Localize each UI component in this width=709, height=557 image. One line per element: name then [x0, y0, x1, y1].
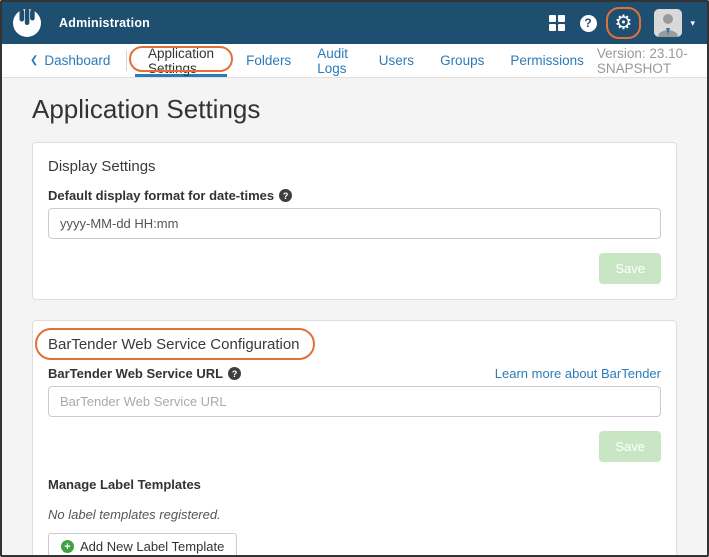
date-format-label: Default display format for date-times ? [48, 188, 661, 203]
bartender-heading: BarTender Web Service Configuration [48, 336, 661, 353]
nav-bar: ❮ Dashboard Application Settings Folders… [2, 44, 707, 78]
settings-gear-button[interactable]: ⚙ [612, 13, 636, 33]
date-format-input[interactable] [48, 208, 661, 239]
bartender-url-input[interactable] [48, 386, 661, 417]
bartender-url-label-text: BarTender Web Service URL [48, 366, 223, 381]
add-new-label-template-button[interactable]: + Add New Label Template [48, 533, 237, 555]
add-button-label: Add New Label Template [80, 539, 224, 554]
main-content: Application Settings Display Settings De… [2, 78, 707, 555]
tab-permissions[interactable]: Permissions [497, 44, 597, 77]
help-icon[interactable]: ? [228, 367, 241, 380]
app-header: Administration ? ⚙ ▾ [2, 2, 707, 44]
plus-icon: + [61, 540, 74, 553]
tab-users[interactable]: Users [366, 44, 427, 77]
display-settings-heading: Display Settings [48, 158, 661, 175]
nav-divider [126, 50, 127, 71]
save-button[interactable]: Save [599, 253, 661, 284]
tab-audit-logs[interactable]: Audit Logs [304, 44, 366, 77]
nav-dashboard-label: Dashboard [44, 53, 110, 68]
header-actions: ? ⚙ ▾ [549, 9, 695, 37]
manage-label-templates-heading: Manage Label Templates [48, 477, 661, 492]
save-button[interactable]: Save [599, 431, 661, 462]
app-window: Administration ? ⚙ ▾ ❮ Dashboard [0, 0, 709, 557]
app-logo-icon[interactable] [12, 8, 42, 38]
page-title: Application Settings [32, 94, 677, 125]
save-row: Save [48, 253, 661, 284]
tab-application-settings-label: Application Settings [148, 46, 214, 76]
gear-icon: ⚙ [615, 13, 633, 33]
bartender-label-row: BarTender Web Service URL ? Learn more a… [48, 366, 661, 386]
save-row: Save [48, 431, 661, 462]
no-templates-text: No label templates registered. [48, 507, 661, 522]
help-icon[interactable]: ? [279, 189, 292, 202]
display-settings-panel: Display Settings Default display format … [32, 142, 677, 300]
tab-application-settings[interactable]: Application Settings [135, 44, 227, 77]
date-format-label-text: Default display format for date-times [48, 188, 274, 203]
bartender-heading-text: BarTender Web Service Configuration [48, 336, 300, 353]
tab-folders[interactable]: Folders [233, 44, 304, 77]
user-menu-caret-icon[interactable]: ▾ [690, 18, 695, 29]
version-label: Version: 23.10-SNAPSHOT [597, 44, 689, 77]
user-avatar[interactable] [654, 9, 682, 37]
product-menu-grid-icon[interactable] [549, 15, 565, 31]
nav-dashboard-link[interactable]: ❮ Dashboard [16, 44, 124, 77]
tab-groups[interactable]: Groups [427, 44, 497, 77]
learn-more-link[interactable]: Learn more about BarTender [495, 366, 661, 381]
app-title: Administration [59, 16, 150, 30]
bartender-url-label: BarTender Web Service URL ? [48, 366, 241, 381]
chevron-left-icon: ❮ [30, 55, 38, 66]
bartender-panel: BarTender Web Service Configuration BarT… [32, 320, 677, 555]
help-icon[interactable]: ? [580, 15, 597, 32]
